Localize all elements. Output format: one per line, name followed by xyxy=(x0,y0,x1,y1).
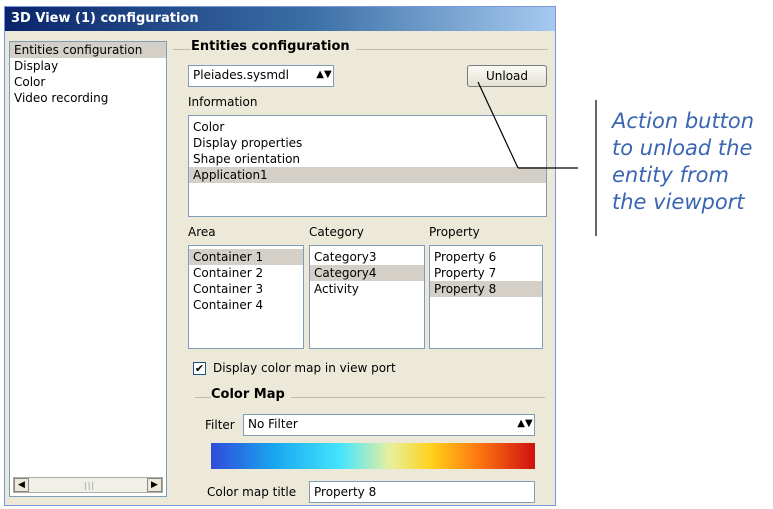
leader-line-diagonal xyxy=(477,81,519,169)
callout-leader-lines xyxy=(477,81,597,236)
annotation-line: entity from xyxy=(612,163,729,187)
annotation-line: the viewport xyxy=(612,190,745,214)
annotation-line: Action button xyxy=(612,109,755,133)
annotation-line: to unload the xyxy=(612,136,753,160)
annotation-callout: Action button to unload the entity from … xyxy=(612,108,772,216)
